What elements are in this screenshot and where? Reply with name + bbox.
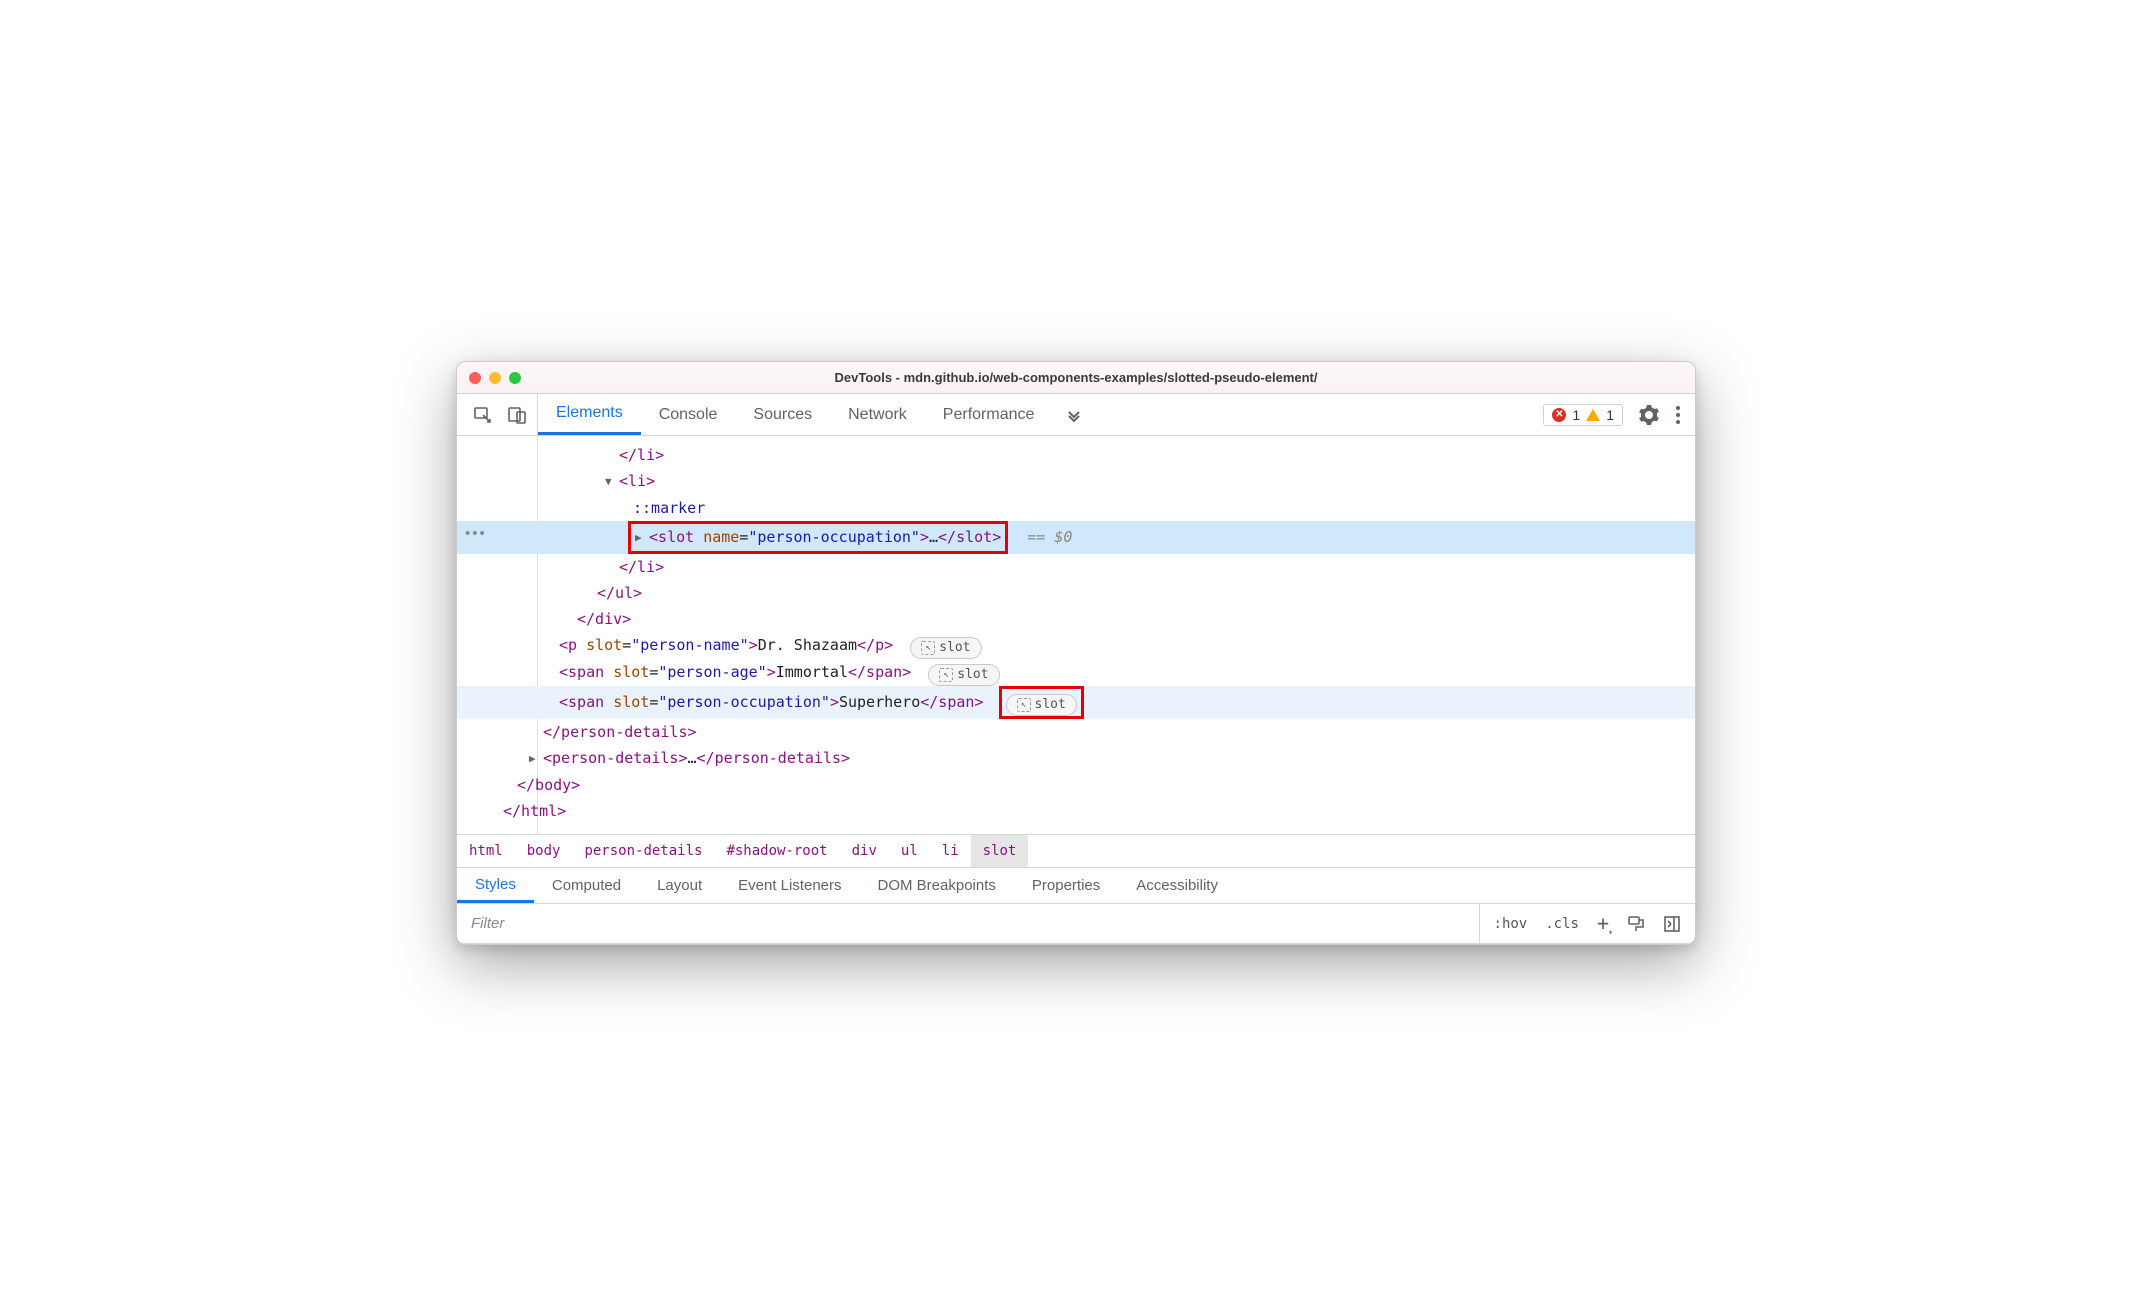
- traffic-lights: [469, 372, 521, 384]
- reveal-slot-pill[interactable]: ↖slot: [1006, 694, 1077, 716]
- new-style-rule-icon[interactable]: +▾: [1597, 911, 1609, 935]
- crumb-shadow-root[interactable]: #shadow-root: [714, 835, 839, 867]
- paint-icon[interactable]: [1627, 915, 1645, 933]
- expand-arrow-icon[interactable]: [529, 746, 541, 772]
- warning-count: 1: [1606, 407, 1614, 423]
- row-actions-icon[interactable]: •••: [465, 521, 487, 547]
- devtools-window: DevTools - mdn.github.io/web-components-…: [456, 361, 1696, 945]
- main-toolbar: Elements Console Sources Network Perform…: [457, 394, 1695, 436]
- tree-row[interactable]: </body>: [457, 772, 1695, 798]
- crumb-ul[interactable]: ul: [889, 835, 930, 867]
- tree-row[interactable]: <person-details>…</person-details>: [457, 745, 1695, 772]
- filter-input[interactable]: [457, 904, 1479, 943]
- tab-computed[interactable]: Computed: [534, 868, 639, 903]
- hov-toggle[interactable]: :hov: [1494, 916, 1528, 932]
- selected-node-ref: == $0: [1027, 528, 1072, 546]
- tree-row[interactable]: </html>: [457, 798, 1695, 824]
- tree-row[interactable]: <span slot="person-occupation">Superhero…: [457, 686, 1695, 719]
- reveal-icon: ↖: [939, 668, 953, 682]
- tree-row[interactable]: <li>: [457, 468, 1695, 495]
- crumb-div[interactable]: div: [840, 835, 889, 867]
- tree-row[interactable]: </div>: [457, 606, 1695, 632]
- tab-elements[interactable]: Elements: [538, 394, 641, 435]
- zoom-icon[interactable]: [509, 372, 521, 384]
- tab-console[interactable]: Console: [641, 394, 736, 435]
- tree-row[interactable]: </li>: [457, 442, 1695, 468]
- tree-row[interactable]: ::marker: [457, 495, 1695, 521]
- crumb-li[interactable]: li: [930, 835, 971, 867]
- window-title: DevTools - mdn.github.io/web-components-…: [457, 370, 1695, 385]
- tree-row[interactable]: </ul>: [457, 580, 1695, 606]
- more-tabs-icon[interactable]: [1052, 394, 1096, 435]
- tab-layout[interactable]: Layout: [639, 868, 720, 903]
- tab-performance[interactable]: Performance: [925, 394, 1053, 435]
- tab-dom-breakpoints[interactable]: DOM Breakpoints: [860, 868, 1014, 903]
- breadcrumb: html body person-details #shadow-root di…: [457, 834, 1695, 868]
- tree-row-selected[interactable]: ••• <slot name="person-occupation">…</sl…: [457, 521, 1695, 554]
- styles-filter-bar: :hov .cls +▾: [457, 904, 1695, 944]
- computed-panel-toggle-icon[interactable]: [1663, 915, 1681, 933]
- kebab-icon[interactable]: [1675, 405, 1681, 425]
- error-icon: ✕: [1552, 408, 1566, 422]
- tree-row[interactable]: </li>: [457, 554, 1695, 580]
- titlebar: DevTools - mdn.github.io/web-components-…: [457, 362, 1695, 394]
- crumb-html[interactable]: html: [457, 835, 515, 867]
- crumb-person-details[interactable]: person-details: [572, 835, 714, 867]
- tree-row[interactable]: <span slot="person-age">Immortal</span> …: [457, 659, 1695, 686]
- warning-icon: [1586, 409, 1600, 421]
- tab-network[interactable]: Network: [830, 394, 925, 435]
- highlight-box: <slot name="person-occupation">…</slot>: [628, 521, 1008, 554]
- highlight-box: ↖slot: [999, 686, 1084, 719]
- crumb-slot[interactable]: slot: [971, 835, 1029, 867]
- tree-row[interactable]: <p slot="person-name">Dr. Shazaam</p> ↖s…: [457, 632, 1695, 659]
- error-warning-counter[interactable]: ✕ 1 1: [1543, 404, 1623, 426]
- gear-icon[interactable]: [1639, 405, 1659, 425]
- tab-styles[interactable]: Styles: [457, 868, 534, 903]
- tab-event-listeners[interactable]: Event Listeners: [720, 868, 859, 903]
- elements-tree[interactable]: </li> <li> ::marker ••• <slot name="pers…: [457, 436, 1695, 834]
- reveal-icon: ↖: [921, 641, 935, 655]
- reveal-icon: ↖: [1017, 698, 1031, 712]
- crumb-body[interactable]: body: [515, 835, 573, 867]
- reveal-slot-pill[interactable]: ↖slot: [910, 637, 981, 659]
- tab-accessibility[interactable]: Accessibility: [1118, 868, 1236, 903]
- tree-row[interactable]: </person-details>: [457, 719, 1695, 745]
- expand-arrow-icon[interactable]: [635, 525, 647, 551]
- expand-arrow-icon[interactable]: [605, 469, 617, 495]
- cls-toggle[interactable]: .cls: [1545, 916, 1579, 932]
- reveal-slot-pill[interactable]: ↖slot: [928, 664, 999, 686]
- device-toggle-icon[interactable]: [507, 405, 527, 425]
- inspect-icon[interactable]: [473, 405, 493, 425]
- tab-properties[interactable]: Properties: [1014, 868, 1118, 903]
- close-icon[interactable]: [469, 372, 481, 384]
- minimize-icon[interactable]: [489, 372, 501, 384]
- panel-tabs: Elements Console Sources Network Perform…: [538, 394, 1052, 435]
- error-count: 1: [1572, 407, 1580, 423]
- tab-sources[interactable]: Sources: [735, 394, 830, 435]
- styles-tabs: Styles Computed Layout Event Listeners D…: [457, 868, 1695, 904]
